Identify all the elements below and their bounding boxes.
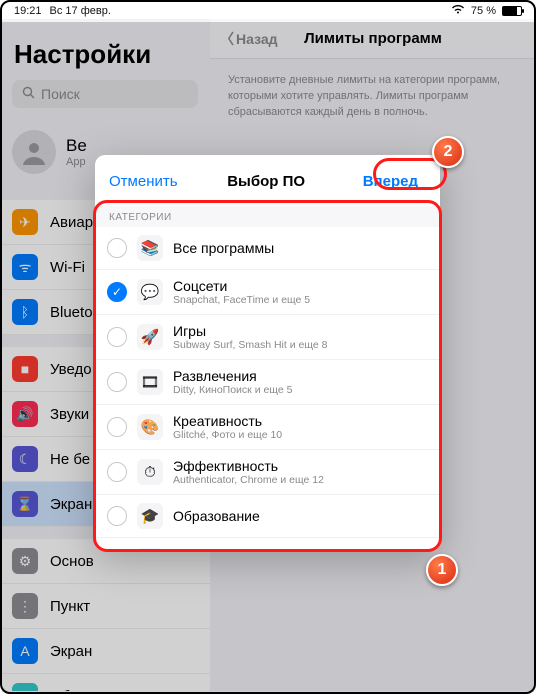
callout-1: 1: [426, 554, 458, 586]
category-row[interactable]: 🚀 ИгрыSubway Surf, Smash Hit и еще 8: [95, 315, 440, 360]
category-subtitle: Ditty, КиноПоиск и еще 5: [173, 384, 292, 396]
radio-icon[interactable]: [107, 327, 127, 347]
category-row[interactable]: 🎨 КреативностьGlitché, Фото и еще 10: [95, 405, 440, 450]
callout-2: 2: [432, 136, 464, 168]
category-title: Эффективность: [173, 458, 324, 474]
category-title: Образование: [173, 508, 260, 524]
category-title: Все программы: [173, 240, 274, 256]
battery-percent: 75 %: [471, 5, 496, 17]
category-title: Книги и справочники: [173, 546, 307, 550]
wifi-icon: [451, 4, 465, 17]
category-subtitle: Glitché, Фото и еще 10: [173, 429, 282, 441]
category-icon: 🎓: [137, 503, 163, 529]
next-button[interactable]: Вперед: [355, 169, 426, 194]
category-row[interactable]: 🎓 Образование: [95, 495, 440, 538]
category-title: Развлечения: [173, 368, 292, 384]
category-row[interactable]: 📖Книги и справочникиКниги и Переводчик: [95, 538, 440, 550]
modal-title: Выбор ПО: [227, 173, 305, 190]
category-row[interactable]: ✓ 💬 СоцсетиSnapchat, FaceTime и еще 5: [95, 270, 440, 315]
section-header: КАТЕГОРИИ: [95, 206, 440, 227]
cancel-button[interactable]: Отменить: [109, 173, 178, 190]
category-row[interactable]: 🎞 РазвлеченияDitty, КиноПоиск и еще 5: [95, 360, 440, 405]
status-time: 19:21: [14, 5, 42, 17]
battery-icon: [502, 6, 522, 16]
radio-icon[interactable]: [107, 462, 127, 482]
category-title: Креативность: [173, 413, 282, 429]
radio-icon[interactable]: [107, 506, 127, 526]
category-icon: ⏱: [137, 459, 163, 485]
radio-icon[interactable]: [107, 372, 127, 392]
category-subtitle: Subway Surf, Smash Hit и еще 8: [173, 339, 327, 351]
radio-icon[interactable]: ✓: [107, 282, 127, 302]
category-icon: 📖: [137, 548, 163, 550]
category-title: Соцсети: [173, 278, 310, 294]
radio-icon[interactable]: [107, 417, 127, 437]
category-icon: 💬: [137, 279, 163, 305]
category-icon: 🎨: [137, 414, 163, 440]
category-subtitle: Snapchat, FaceTime и еще 5: [173, 294, 310, 306]
category-icon: 📚: [137, 235, 163, 261]
category-title: Игры: [173, 323, 327, 339]
category-icon: 🚀: [137, 324, 163, 350]
category-picker-modal: Отменить Выбор ПО Вперед КАТЕГОРИИ 📚 Все …: [95, 155, 440, 550]
category-list[interactable]: 📚 Все программы ✓ 💬 СоцсетиSnapchat, FaceTim…: [95, 227, 440, 550]
category-row[interactable]: ⏱ ЭффективностьAuthenticator, Chrome и ещ…: [95, 450, 440, 495]
category-row[interactable]: 📚 Все программы: [95, 227, 440, 270]
status-date: Вс 17 февр.: [50, 5, 111, 17]
radio-icon[interactable]: [107, 238, 127, 258]
category-subtitle: Authenticator, Chrome и еще 12: [173, 474, 324, 486]
category-icon: 🎞: [137, 369, 163, 395]
status-bar: 19:21 Вс 17 февр. 75 %: [0, 0, 536, 19]
